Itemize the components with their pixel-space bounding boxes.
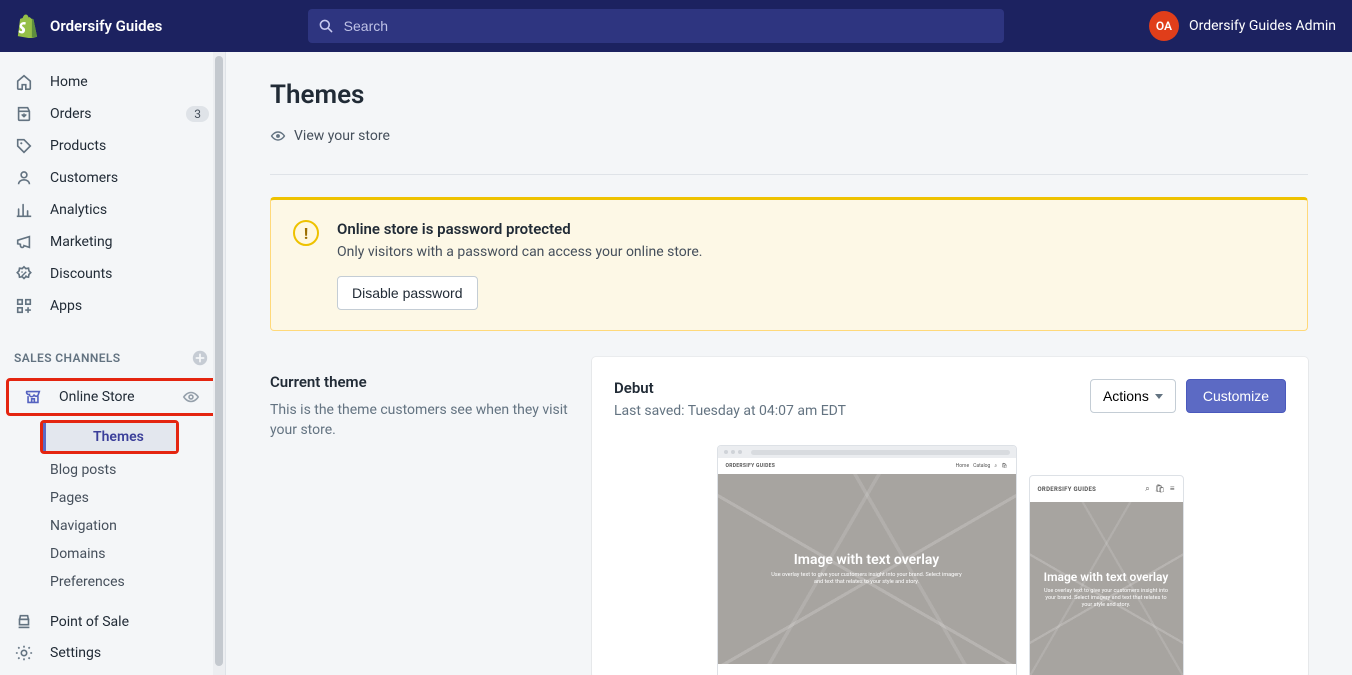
preview-hero-title: Image with text overlay bbox=[794, 552, 939, 568]
banner-text: Only visitors with a password can access… bbox=[337, 244, 702, 260]
subnav-navigation[interactable]: Navigation bbox=[0, 512, 225, 540]
page-title: Themes bbox=[270, 80, 1308, 110]
nav-label: Products bbox=[50, 138, 106, 154]
subnav-preferences[interactable]: Preferences bbox=[0, 568, 225, 596]
preview-menu-icon: ≡ bbox=[1170, 484, 1175, 494]
sub-label: Pages bbox=[50, 490, 89, 506]
main-content: Themes View your store ! Online store is… bbox=[226, 52, 1352, 675]
nav-label: Analytics bbox=[50, 202, 107, 218]
nav-label: Marketing bbox=[50, 234, 113, 250]
nav-label: Customers bbox=[50, 170, 118, 186]
preview-hero-title-mobile: Image with text overlay bbox=[1044, 570, 1169, 584]
password-banner: ! Online store is password protected Onl… bbox=[270, 197, 1308, 331]
orders-icon bbox=[14, 104, 34, 124]
current-theme-desc: This is the theme customers see when the… bbox=[270, 401, 568, 440]
avatar: OA bbox=[1149, 11, 1179, 41]
sub-label: Navigation bbox=[50, 518, 117, 534]
sidebar-scrollbar[interactable] bbox=[213, 52, 225, 675]
nav-apps[interactable]: Apps bbox=[0, 290, 225, 322]
theme-preview: ORDERSIFY GUIDES Home Catalog ⌕ 🛍 Image … bbox=[614, 445, 1286, 675]
warning-icon: ! bbox=[293, 220, 319, 246]
pos-icon bbox=[14, 612, 34, 632]
shopify-logo-icon bbox=[16, 14, 38, 38]
search-box[interactable] bbox=[308, 9, 1004, 43]
disable-password-button[interactable]: Disable password bbox=[337, 276, 478, 310]
nav-label: Orders bbox=[50, 106, 92, 122]
subnav-themes[interactable]: Themes bbox=[43, 423, 176, 451]
nav-orders[interactable]: Orders 3 bbox=[0, 98, 225, 130]
sidebar: Home Orders 3 Products Customers A bbox=[0, 52, 226, 675]
eye-icon bbox=[270, 128, 286, 144]
theme-last-saved: Last saved: Tuesday at 04:07 am EDT bbox=[614, 403, 1090, 419]
preview-nav-home: Home bbox=[956, 463, 969, 469]
preview-store-name: ORDERSIFY GUIDES bbox=[726, 463, 776, 469]
view-store-label: View your store bbox=[294, 128, 390, 144]
theme-name: Debut bbox=[614, 379, 1090, 397]
nav-label: Online Store bbox=[59, 389, 135, 405]
nav-point-of-sale[interactable]: Point of Sale bbox=[0, 606, 225, 638]
search-icon bbox=[318, 18, 334, 34]
subnav-pages[interactable]: Pages bbox=[0, 484, 225, 512]
nav-label: Apps bbox=[50, 298, 82, 314]
online-store-icon bbox=[23, 387, 43, 407]
orders-badge: 3 bbox=[186, 106, 209, 122]
analytics-icon bbox=[14, 200, 34, 220]
preview-hero-sub-mobile: Use overlay text to give your customers … bbox=[1042, 588, 1171, 609]
actions-label: Actions bbox=[1103, 388, 1149, 404]
search-input[interactable] bbox=[342, 17, 994, 35]
nav-marketing[interactable]: Marketing bbox=[0, 226, 225, 258]
apps-icon bbox=[14, 296, 34, 316]
customize-button[interactable]: Customize bbox=[1186, 379, 1286, 413]
nav-online-store[interactable]: Online Store bbox=[9, 381, 216, 413]
nav-analytics[interactable]: Analytics bbox=[0, 194, 225, 226]
nav-label: Settings bbox=[50, 645, 101, 661]
brand-title: Ordersify Guides bbox=[50, 17, 162, 35]
preview-hero-sub: Use overlay text to give your customers … bbox=[767, 572, 967, 586]
subnav-blog-posts[interactable]: Blog posts bbox=[0, 456, 225, 484]
sales-channels-heading: SALES CHANNELS bbox=[0, 340, 225, 376]
marketing-icon bbox=[14, 232, 34, 252]
topbar: Ordersify Guides OA Ordersify Guides Adm… bbox=[0, 0, 1352, 52]
nav-home[interactable]: Home bbox=[0, 66, 225, 98]
discounts-icon bbox=[14, 264, 34, 284]
products-icon bbox=[14, 136, 34, 156]
preview-cart-icon: 🛍 bbox=[1155, 484, 1165, 494]
search-wrap bbox=[174, 9, 1137, 43]
subnav-domains[interactable]: Domains bbox=[0, 540, 225, 568]
preview-cart-icon: 🛍 bbox=[1001, 463, 1007, 469]
nav-products[interactable]: Products bbox=[0, 130, 225, 162]
add-channel-icon[interactable] bbox=[191, 349, 209, 367]
nav-label: Point of Sale bbox=[50, 614, 129, 630]
banner-title: Online store is password protected bbox=[337, 220, 702, 238]
nav-label: Discounts bbox=[50, 266, 112, 282]
current-theme-heading: Current theme bbox=[270, 373, 568, 391]
home-icon bbox=[14, 72, 34, 92]
nav-discounts[interactable]: Discounts bbox=[0, 258, 225, 290]
view-your-store-link[interactable]: View your store bbox=[270, 128, 1308, 144]
mobile-preview: ORDERSIFY GUIDES ⌕ 🛍 ≡ Image with text o… bbox=[1029, 475, 1184, 675]
actions-dropdown[interactable]: Actions bbox=[1090, 379, 1176, 413]
current-theme-aside: Current theme This is the theme customer… bbox=[270, 357, 568, 440]
preview-search-icon: ⌕ bbox=[994, 463, 997, 469]
sub-label: Themes bbox=[93, 429, 144, 445]
nav-settings[interactable]: Settings bbox=[0, 637, 213, 669]
sub-label: Preferences bbox=[50, 574, 125, 590]
preview-nav-catalog: Catalog bbox=[973, 463, 990, 469]
theme-card: Debut Last saved: Tuesday at 04:07 am ED… bbox=[592, 357, 1308, 675]
scrollbar-thumb[interactable] bbox=[215, 56, 223, 666]
desktop-preview: ORDERSIFY GUIDES Home Catalog ⌕ 🛍 Image … bbox=[717, 445, 1017, 675]
preview-search-icon: ⌕ bbox=[1145, 484, 1149, 494]
user-label: Ordersify Guides Admin bbox=[1189, 18, 1336, 34]
section-label: SALES CHANNELS bbox=[14, 351, 121, 365]
user-menu[interactable]: OA Ordersify Guides Admin bbox=[1149, 11, 1336, 41]
sub-label: Domains bbox=[50, 546, 105, 562]
sub-label: Blog posts bbox=[50, 462, 116, 478]
preview-store-name-mobile: ORDERSIFY GUIDES bbox=[1038, 486, 1097, 493]
settings-icon bbox=[14, 643, 34, 663]
nav-customers[interactable]: Customers bbox=[0, 162, 225, 194]
nav-label: Home bbox=[50, 74, 88, 90]
chevron-down-icon bbox=[1155, 394, 1163, 399]
customers-icon bbox=[14, 168, 34, 188]
view-store-icon[interactable] bbox=[182, 388, 200, 406]
